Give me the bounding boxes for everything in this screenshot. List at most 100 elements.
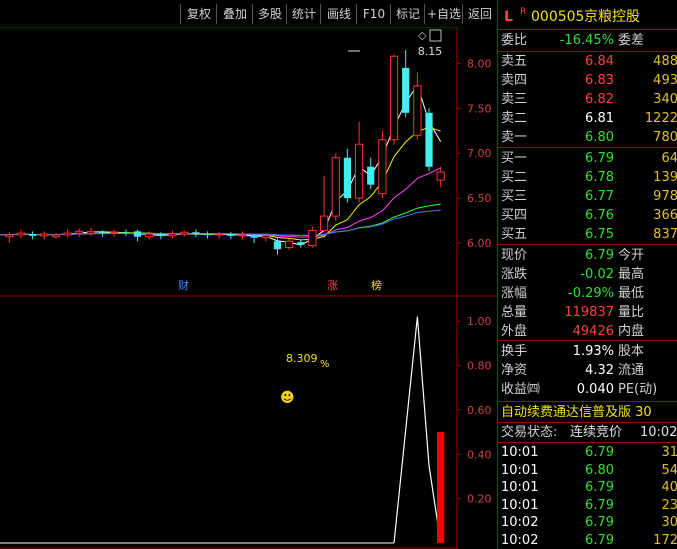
price-tick-label: 7.50 (467, 102, 492, 115)
candle-body (5, 234, 14, 238)
tick-row[interactable]: 10:02 6.79 30 (498, 513, 677, 532)
candle-body (402, 67, 410, 113)
indicator-tick-label: 0.60 (467, 404, 492, 417)
indicator-tick-label: 0.20 (467, 493, 492, 506)
buy-order-row[interactable]: 买五 6.75 837 (498, 225, 677, 244)
candle-body (40, 233, 49, 237)
indicator-tick-label: 0.80 (467, 360, 492, 373)
candle-body (157, 234, 165, 236)
candle-body (238, 234, 247, 237)
draw-line-button[interactable]: 画线 (320, 4, 357, 24)
window-toggle-icon[interactable] (429, 29, 442, 42)
chart-grid (0, 27, 497, 549)
candle-body (51, 234, 61, 238)
candle-body (145, 233, 154, 238)
statistics-button[interactable]: 统计 (286, 4, 321, 24)
mark-button[interactable]: 标记 (390, 4, 425, 24)
candle-body (319, 215, 329, 231)
price-tick-label: 7.00 (467, 147, 492, 160)
candle-body (250, 235, 258, 238)
back-button[interactable]: 返回 (462, 4, 497, 24)
ma-line (0, 203, 441, 237)
tick-row[interactable]: 10:01 6.79 23 (498, 496, 677, 515)
market-badge: L (504, 9, 513, 25)
candle-body (343, 157, 352, 199)
buy-order-row[interactable]: 买四 6.76 366 (498, 206, 677, 225)
sell-order-row[interactable]: 卖四 6.83 493 (498, 71, 677, 90)
overlay-button[interactable]: 叠加 (216, 4, 253, 24)
candle-body (16, 232, 26, 236)
tick-row[interactable]: 10:01 6.79 40 (498, 478, 677, 497)
marker-limit-up[interactable]: 涨 (327, 279, 338, 292)
f10-button[interactable]: F10 (356, 4, 391, 24)
ticker-row[interactable]: 自动续费通达信普及版 30 (498, 403, 677, 422)
candle-body (354, 143, 364, 199)
stat-row[interactable]: 涨跌 -0.02 最高 (498, 265, 677, 284)
candle-body (122, 232, 130, 234)
candle-body (75, 230, 84, 234)
ma-line (0, 126, 441, 241)
indicator-axis: 1.00 0.80 0.60 0.40 0.20 (457, 315, 492, 506)
buy-order-row[interactable]: 买二 6.78 139 (498, 168, 677, 187)
candle-body (308, 229, 317, 247)
candle-body (110, 231, 119, 234)
candle-body (378, 139, 387, 195)
candle-body (29, 234, 37, 236)
candle-body (98, 232, 107, 234)
candle-body (273, 241, 282, 250)
fundamental-row[interactable]: 换手 1.93% 股本 (498, 342, 677, 361)
candle-body (389, 55, 399, 141)
chart-top-icons: ◇ (418, 29, 442, 42)
candle-body (285, 240, 294, 249)
tick-row[interactable]: 10:01 6.80 54 (498, 461, 677, 480)
candle-body (436, 171, 445, 181)
candle-body (413, 85, 422, 136)
candle-body (331, 157, 340, 217)
candle-body (192, 232, 200, 235)
diamond-icon[interactable]: ◇ (418, 29, 427, 42)
sell-order-row[interactable]: 卖一 6.80 780 (498, 128, 677, 147)
price-tick-label: 6.00 (467, 237, 492, 250)
ma-line (0, 83, 442, 246)
fundamental-row[interactable]: 收益㈣ 0.040 PE(动) (498, 380, 677, 399)
buy-order-row[interactable]: 买一 6.79 64 (498, 149, 677, 168)
fuquan-button[interactable]: 复权 (180, 4, 217, 24)
quote-panel: L R 000505 京粮控股 委比 -16.45% 委差 卖五 6.84 48… (497, 0, 677, 549)
high-price-label: 8.15 (418, 45, 443, 58)
candle-body (86, 230, 96, 234)
marker-rank[interactable]: 榜 (371, 278, 382, 292)
price-axis: 8.00 7.50 7.00 6.50 6.00 (457, 57, 492, 250)
flag-badge: R (520, 7, 527, 17)
sell-order-row[interactable]: 卖二 6.81 1222 (498, 109, 677, 128)
candle-body (425, 112, 433, 167)
multi-stock-button[interactable]: 多股 (252, 4, 287, 24)
indicator-tick-label: 1.00 (467, 315, 492, 328)
buy-order-row[interactable]: 买三 6.77 978 (498, 187, 677, 206)
stat-row[interactable]: 总量 119837 量比 (498, 303, 677, 322)
price-tick-label: 6.50 (467, 192, 492, 205)
ma-line (0, 167, 441, 238)
stat-row[interactable]: 外盘 49426 内盘 (498, 322, 677, 341)
smiley-icon: ☻ (280, 390, 295, 406)
moving-average-lines (0, 83, 442, 246)
sell-order-row[interactable]: 卖五 6.84 488 (498, 52, 677, 71)
stat-row[interactable]: 现价 6.79 今开 (498, 246, 677, 265)
stock-name: 京粮控股 (584, 9, 640, 25)
candle-body (215, 233, 224, 236)
stock-header: L R 000505 京粮控股 (498, 6, 677, 28)
marker-finance[interactable]: 财 (178, 278, 189, 292)
fundamental-row[interactable]: 净资 4.32 流通 (498, 361, 677, 380)
candle-body (261, 235, 270, 239)
sell-order-row[interactable]: 卖三 6.82 340 (498, 90, 677, 109)
add-watchlist-button[interactable]: +自选 (424, 4, 463, 24)
stat-row[interactable]: 涨幅 -0.29% 最低 (498, 284, 677, 303)
candle-body (227, 234, 235, 236)
indicator-line (393, 316, 442, 544)
weibi-row: 委比 -16.45% 委差 (501, 33, 645, 48)
tick-row[interactable]: 10:02 6.79 172 (498, 531, 677, 549)
indicator-tick-label: 0.40 (467, 448, 492, 461)
indicator-value: 8.309 (286, 352, 318, 365)
kline-chart[interactable]: 8.00 7.50 7.00 6.50 6.00 1.00 0.80 0.60 0.40 0.2… (0, 27, 497, 549)
ma-line (0, 209, 441, 237)
tick-row[interactable]: 10:01 6.79 31 (498, 443, 677, 462)
